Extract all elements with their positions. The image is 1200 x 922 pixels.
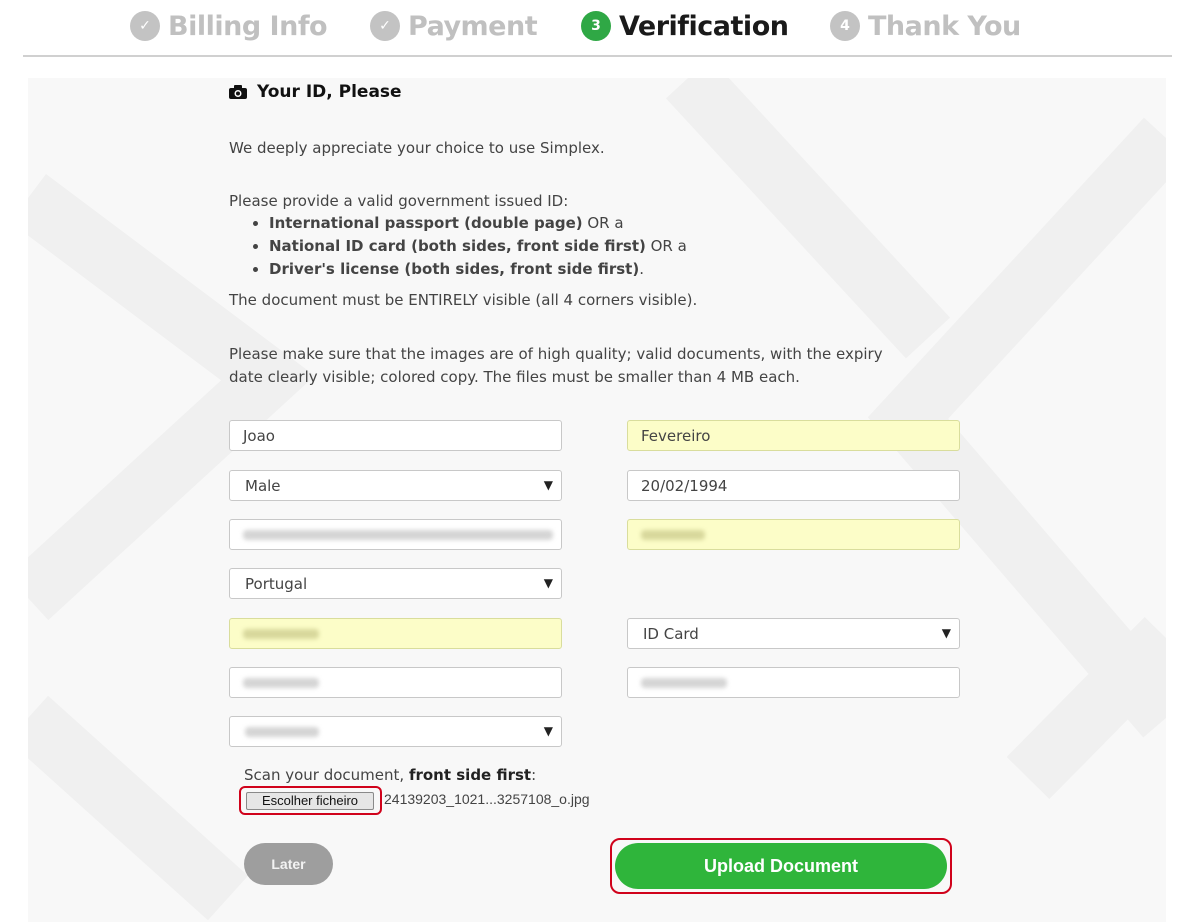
step-verification: 3 Verification: [581, 6, 789, 46]
expiry-date-field[interactable]: [627, 667, 960, 698]
city-field[interactable]: [229, 618, 562, 649]
choose-file-highlight: Escolher ficheiro: [239, 786, 382, 815]
step-number-badge: 4: [830, 11, 860, 41]
birth-date-field[interactable]: 20/02/1994: [627, 470, 960, 501]
step-label: Billing Info: [168, 10, 328, 42]
last-name-value: Fevereiro: [641, 426, 711, 445]
redacted-value: [243, 677, 319, 688]
check-icon: ✓: [130, 11, 160, 41]
list-item: Driver's license (both sides, front side…: [269, 258, 687, 281]
step-payment: ✓ Payment: [370, 6, 538, 46]
check-icon: ✓: [370, 11, 400, 41]
birth-date-value: 20/02/1994: [641, 476, 728, 495]
choose-file-button[interactable]: Escolher ficheiro: [246, 792, 374, 810]
redacted-value: [641, 677, 727, 688]
section-title-text: Your ID, Please: [257, 82, 402, 102]
redacted-value: [243, 628, 319, 639]
redacted-value: [245, 726, 319, 737]
gender-select[interactable]: Male ▼: [229, 470, 562, 501]
checkout-steps: ✓ Billing Info ✓ Payment 3 Verification …: [0, 0, 1200, 56]
camera-icon: [229, 85, 247, 99]
upload-button-highlight: Upload Document: [610, 838, 952, 894]
selected-file-name: 24139203_1021...3257108_o.jpg: [384, 791, 590, 807]
provide-id-text: Please provide a valid government issued…: [229, 192, 569, 210]
document-type-value: ID Card: [643, 624, 699, 643]
nationality-select[interactable]: ▼: [229, 716, 562, 747]
first-name-value: Joao: [243, 426, 275, 445]
country-select[interactable]: Portugal ▼: [229, 568, 562, 599]
step-billing-info: ✓ Billing Info: [130, 6, 328, 46]
dropdown-arrow-icon: ▼: [543, 478, 553, 492]
quality-note-line1: Please make sure that the images are of …: [229, 345, 883, 363]
last-name-field[interactable]: Fevereiro: [627, 420, 960, 451]
step-thank-you: 4 Thank You: [830, 6, 1021, 46]
quality-note-line2: date clearly visible; colored copy. The …: [229, 368, 800, 386]
document-number-field[interactable]: [229, 667, 562, 698]
id-type-list: International passport (double page) OR …: [229, 212, 687, 281]
step-label: Thank You: [868, 10, 1021, 42]
upload-document-button[interactable]: Upload Document: [615, 843, 947, 889]
step-label: Payment: [408, 10, 538, 42]
scan-instruction: Scan your document, front side first:: [244, 766, 537, 784]
intro-text: We deeply appreciate your choice to use …: [229, 139, 605, 157]
background-panel: [28, 78, 1166, 922]
redacted-value: [243, 529, 553, 540]
background-pattern: [28, 78, 1166, 921]
later-button[interactable]: Later: [244, 843, 333, 885]
header-divider: [23, 55, 1172, 57]
list-item: National ID card (both sides, front side…: [269, 235, 687, 258]
step-label: Verification: [619, 10, 789, 42]
dropdown-arrow-icon: ▼: [543, 724, 553, 738]
dropdown-arrow-icon: ▼: [543, 576, 553, 590]
list-item: International passport (double page) OR …: [269, 212, 687, 235]
address-field[interactable]: [229, 519, 562, 550]
visibility-note: The document must be ENTIRELY visible (a…: [229, 291, 698, 309]
redacted-value: [641, 529, 705, 540]
postal-code-field[interactable]: [627, 519, 960, 550]
section-title: Your ID, Please: [229, 82, 402, 102]
step-number-badge: 3: [581, 11, 611, 41]
document-type-select[interactable]: ID Card ▼: [627, 618, 960, 649]
gender-value: Male: [245, 476, 281, 495]
dropdown-arrow-icon: ▼: [941, 626, 951, 640]
country-value: Portugal: [245, 574, 308, 593]
first-name-field[interactable]: Joao: [229, 420, 562, 451]
